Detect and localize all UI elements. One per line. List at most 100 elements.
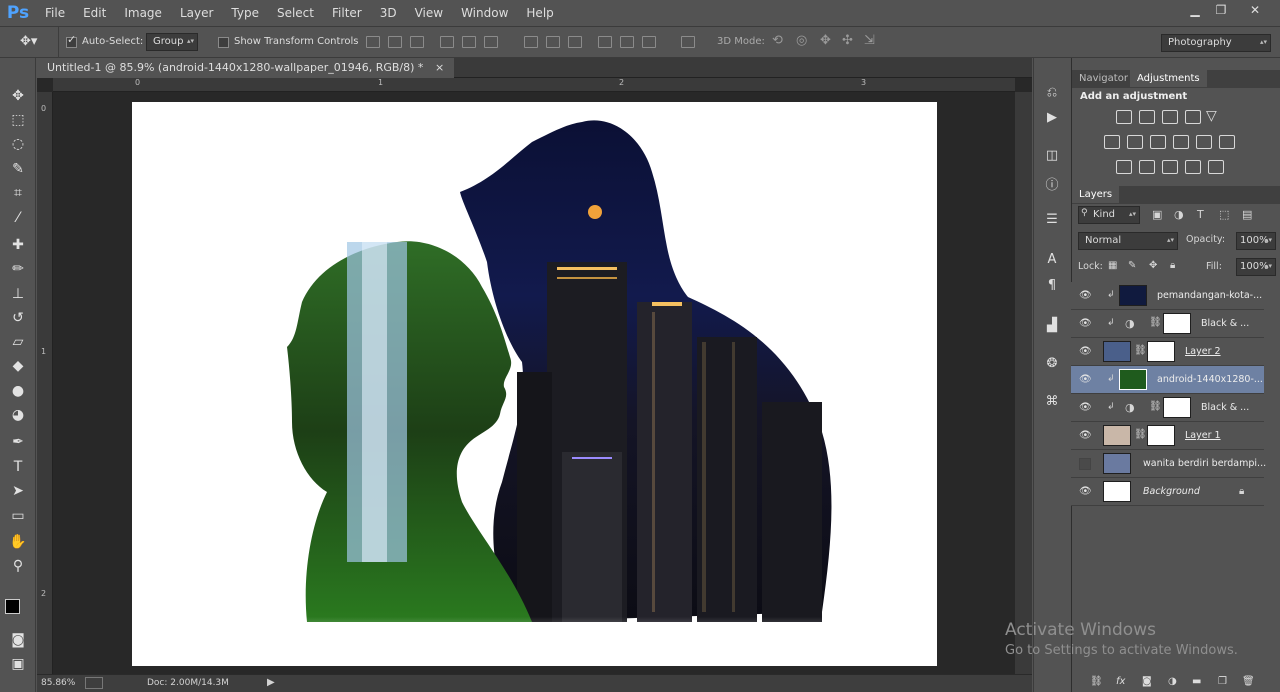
close-icon[interactable]: ✕ [1240,0,1270,20]
paths-icon[interactable]: ⌘ [1043,392,1061,410]
path-selection-tool-icon[interactable]: ➤ [8,481,28,501]
tab-adjustments[interactable]: Adjustments [1130,70,1207,87]
3d-rotate-icon[interactable]: ⟲ [772,33,783,48]
eraser-tool-icon[interactable]: ▱ [8,332,28,352]
threshold-icon[interactable] [1162,160,1178,174]
menu-view[interactable]: View [406,0,452,26]
photo-filter-icon[interactable] [1173,135,1189,149]
new-layer-icon[interactable]: ❐ [1218,676,1227,692]
visibility-eye-icon[interactable]: 👁︎ [1079,374,1092,386]
hand-tool-icon[interactable]: ✋ [8,532,28,552]
brightness-icon[interactable] [1116,110,1132,124]
channel-mixer-icon[interactable] [1196,135,1212,149]
auto-align-icon[interactable] [681,36,695,48]
layer-name[interactable]: android-1440x1280-... [1157,366,1263,394]
info-icon[interactable]: ⓘ [1043,174,1061,193]
visibility-eye-icon[interactable]: 👁︎ [1079,402,1092,414]
curves-icon[interactable] [1162,110,1178,124]
menu-window[interactable]: Window [452,0,517,26]
distribute-vcenter-icon[interactable] [546,36,560,48]
layer-name[interactable]: Black & ... [1201,394,1249,422]
new-group-icon[interactable]: ▬ [1192,676,1201,692]
align-top-icon[interactable] [366,36,380,48]
tab-navigator[interactable]: Navigator [1072,70,1135,87]
close-tab-icon[interactable]: × [435,61,444,74]
align-right-icon[interactable] [484,36,498,48]
filter-type-icon[interactable]: T [1197,208,1204,221]
tab-layers[interactable]: Layers [1072,186,1120,203]
restore-icon[interactable]: ❐ [1206,0,1236,20]
fill-input[interactable]: 100% [1236,258,1276,276]
align-vcenter-icon[interactable] [388,36,402,48]
crop-tool-icon[interactable]: ⌗ [8,183,28,203]
layer-row[interactable]: 👁︎ ↲ pemandangan-kota-... [1071,282,1264,310]
marquee-tool-icon[interactable]: ⬚ [8,110,28,130]
lock-image-icon[interactable]: ✎ [1128,260,1136,271]
menu-filter[interactable]: Filter [323,0,371,26]
exposure-icon[interactable] [1185,110,1201,124]
dodge-tool-icon[interactable]: ◕ [8,405,28,425]
3d-roll-icon[interactable]: ◎ [796,33,807,48]
gradient-map-icon[interactable] [1208,160,1224,174]
delete-layer-icon[interactable]: 🗑︎ [1242,676,1255,692]
color-lookup-icon[interactable] [1219,135,1235,149]
paint-bucket-tool-icon[interactable]: ◆ [8,356,28,376]
visibility-eye-icon[interactable]: 👁︎ [1079,318,1092,330]
distribute-top-icon[interactable] [524,36,538,48]
fx-icon[interactable]: fx [1116,676,1125,692]
eyedropper-tool-icon[interactable]: ⁄ [8,208,28,228]
layer-name[interactable]: Layer 2 [1185,338,1221,366]
lock-position-icon[interactable]: ✥ [1149,260,1157,271]
lasso-tool-icon[interactable]: ◌ [8,134,28,154]
paragraph-icon[interactable]: ¶ [1043,276,1061,294]
history-icon[interactable]: ⎌ [1043,83,1061,101]
distribute-left-icon[interactable] [598,36,612,48]
histogram-icon[interactable]: ▟ [1043,316,1061,334]
layer-name[interactable]: wanita berdiri berdampi... [1143,450,1266,478]
layer-row[interactable]: 👁︎ ⛓ Layer 2 [1071,338,1264,366]
rectangle-tool-icon[interactable]: ▭ [8,506,28,526]
align-hcenter-icon[interactable] [462,36,476,48]
hue-saturation-icon[interactable] [1104,135,1120,149]
visibility-toggle-off[interactable] [1079,458,1091,470]
foreground-color-swatch[interactable] [5,599,20,614]
menu-help[interactable]: Help [517,0,562,26]
opacity-input[interactable]: 100% [1236,232,1276,250]
lock-transparency-icon[interactable]: ▦ [1108,260,1117,271]
black-white-icon[interactable] [1150,135,1166,149]
move-tool-icon[interactable]: ✥ [8,86,28,106]
history-brush-tool-icon[interactable]: ↺ [8,308,28,328]
status-icon[interactable] [85,677,103,689]
menu-layer[interactable]: Layer [171,0,222,26]
layer-row[interactable]: 👁︎ ⛓ Layer 1 [1071,422,1264,450]
quick-select-tool-icon[interactable]: ✎ [8,159,28,179]
visibility-eye-icon[interactable]: 👁︎ [1079,430,1092,442]
actions-play-icon[interactable]: ▶ [1043,108,1061,126]
document-tab[interactable]: Untitled-1 @ 85.9% (android-1440x1280-wa… [37,58,455,78]
channels-icon[interactable]: ❂ [1043,354,1061,372]
visibility-eye-icon[interactable]: 👁︎ [1079,346,1092,358]
layer-row-selected[interactable]: 👁︎ ↲ android-1440x1280-... [1071,366,1264,394]
selective-color-icon[interactable] [1185,160,1201,174]
menu-file[interactable]: File [36,0,74,26]
healing-brush-tool-icon[interactable]: ✚ [8,235,28,255]
layer-name[interactable]: Background [1143,478,1200,506]
auto-select-dropdown[interactable]: Group [146,33,198,51]
3d-pan-icon[interactable]: ✥ [820,33,831,48]
menu-type[interactable]: Type [222,0,268,26]
invert-icon[interactable] [1116,160,1132,174]
add-mask-icon[interactable]: ◙ [1142,676,1152,692]
properties-icon[interactable]: ☰ [1043,210,1061,228]
lock-all-icon[interactable]: 🔒︎ [1170,260,1175,271]
type-tool-icon[interactable]: T [8,457,28,477]
layer-name[interactable]: Layer 1 [1185,422,1221,450]
color-balance-icon[interactable] [1127,135,1143,149]
posterize-icon[interactable] [1139,160,1155,174]
layer-row[interactable]: 👁︎ ↲ ◑ ⛓ Black & ... [1071,394,1264,422]
filter-shape-icon[interactable]: ⬚ [1219,208,1229,221]
visibility-eye-icon[interactable]: 👁︎ [1079,290,1092,302]
layer-row[interactable]: 👁︎ Background 🔒︎ [1071,478,1264,506]
show-transform-checkbox[interactable] [218,37,229,48]
blur-tool-icon[interactable]: ● [8,381,28,401]
layer-row[interactable]: wanita berdiri berdampi... [1071,450,1266,478]
